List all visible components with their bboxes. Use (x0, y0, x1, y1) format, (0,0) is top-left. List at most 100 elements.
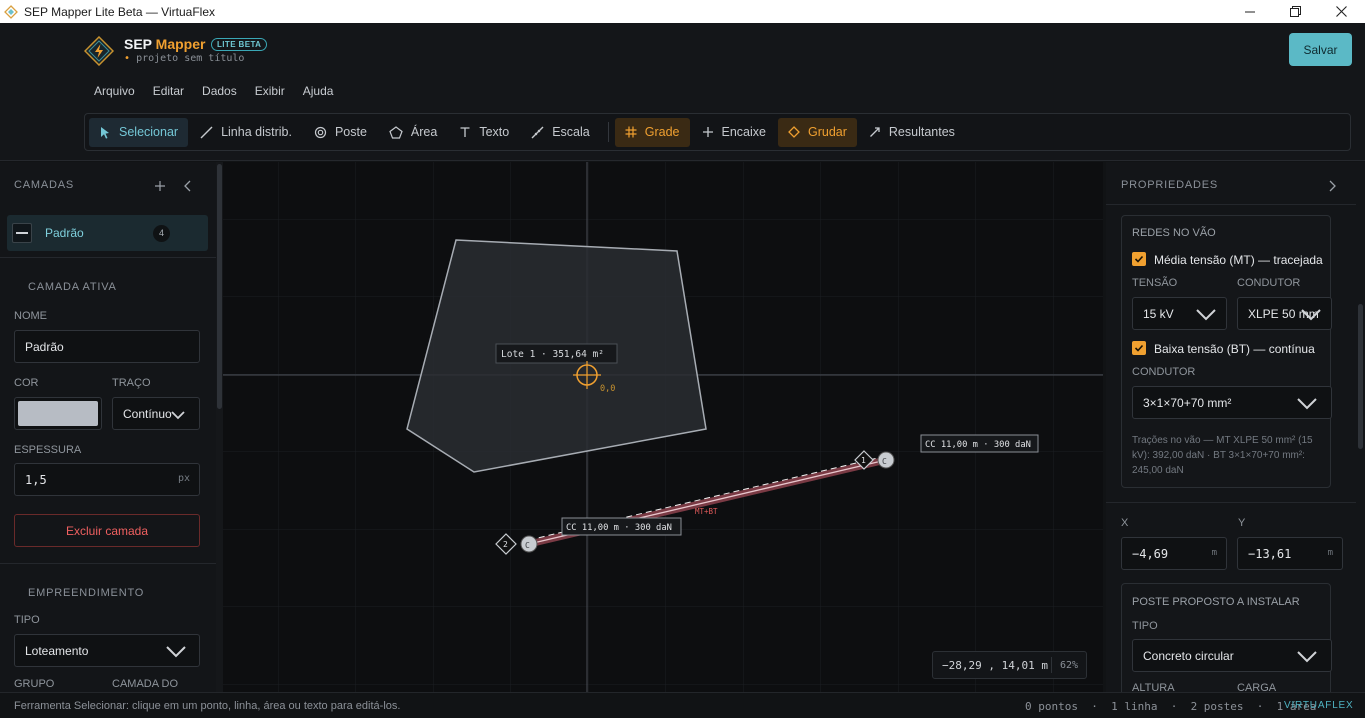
check-icon (1134, 344, 1144, 352)
traction-note: Trações no vão — MT XLPE 50 mm² (15 kV):… (1132, 435, 1313, 476)
zoom-level[interactable]: 62% (1052, 660, 1078, 671)
span-label-1-text: CC 11,00 m · 300 daN (925, 440, 1031, 450)
tool-select[interactable]: Selecionar (89, 117, 189, 147)
app-header: SEP Mapper LITE BETA • projeto sem títul… (0, 23, 1365, 161)
brand-title: SEP Mapper (124, 36, 205, 52)
restore-icon (1289, 6, 1301, 17)
maximize-button[interactable] (1272, 0, 1318, 23)
area-icon (389, 125, 403, 139)
mt-checkbox[interactable] (1132, 252, 1146, 266)
chevron-down-icon (1297, 651, 1317, 663)
scroll-thumb[interactable] (217, 164, 222, 409)
plus-icon (702, 127, 713, 137)
stroke-select[interactable]: Contínuo (112, 397, 200, 430)
ruler-icon (531, 126, 544, 138)
thickness-unit: px (177, 473, 190, 484)
collapse-left-icon[interactable] (183, 180, 193, 192)
chevron-down-icon (171, 411, 185, 420)
x-value: −4,69 (1132, 546, 1169, 561)
save-button[interactable]: Salvar (1289, 33, 1352, 66)
tool-snap[interactable]: Encaixe (692, 118, 776, 147)
layer-name-input[interactable]: Padrão (14, 330, 200, 363)
x-input[interactable]: −4,69 m (1121, 537, 1227, 570)
layer-item-padrao[interactable]: Padrão 4 (7, 215, 208, 251)
origin-label: 0,0 (600, 384, 615, 394)
chevron-down-icon (1297, 398, 1317, 410)
tool-glue[interactable]: Grudar (777, 117, 857, 147)
menu-editar[interactable]: Editar (147, 80, 190, 102)
menu-dados[interactable]: Dados (196, 80, 243, 102)
line-tag: MT+BT (695, 507, 718, 516)
tool-area-label: Área (410, 125, 438, 139)
tool-grid[interactable]: Grade (614, 117, 690, 147)
load-label: CARGA (1237, 682, 1277, 692)
logo-icon (84, 36, 114, 66)
window-title: SEP Mapper Lite Beta — VirtuaFlex (24, 4, 215, 19)
map-canvas[interactable]: Lote 1 · 351,64 m² 0,0 MT+BT C 2 C 1 CC … (223, 162, 1103, 692)
color-swatch (18, 401, 98, 426)
y-label: Y (1238, 517, 1246, 529)
tool-text[interactable]: Texto (449, 118, 519, 147)
pole-card: POSTE PROPOSTO A INSTALAR TIPO Concreto … (1121, 583, 1332, 692)
x-unit: m (1211, 548, 1217, 558)
brand-main: SEP (124, 36, 152, 52)
pole-2-number: 2 (503, 540, 508, 549)
scroll-thumb[interactable] (1358, 304, 1363, 449)
grid-icon (625, 126, 637, 138)
bt-conductor-value: 3×1×70+70 mm² (1143, 395, 1232, 410)
tool-area[interactable]: Área (379, 118, 447, 147)
lite-beta-badge: LITE BETA (211, 38, 268, 51)
layers-title: CAMADAS (14, 179, 74, 191)
tool-glue-label: Grudar (807, 125, 847, 139)
thickness-input[interactable]: 1,5 px (14, 463, 200, 496)
pole-1-glyph: C (882, 457, 887, 466)
group-label: GRUPO (14, 678, 55, 690)
pole-2-glyph: C (525, 541, 530, 550)
minimize-button[interactable] (1227, 0, 1273, 23)
venture-type-select[interactable]: Loteamento (14, 634, 200, 667)
menu-arquivo[interactable]: Arquivo (88, 80, 141, 102)
tool-line[interactable]: Linha distrib. (190, 118, 302, 147)
layer-of-label: CAMADA DO (112, 678, 179, 690)
add-layer-icon[interactable] (154, 180, 166, 192)
close-button[interactable] (1318, 0, 1364, 23)
menu-bar: Arquivo Editar Dados Exibir Ajuda (88, 80, 345, 102)
window-titlebar: SEP Mapper Lite Beta — VirtuaFlex (0, 0, 1365, 23)
pole-type-value: Concreto circular (1143, 648, 1234, 663)
voltage-select[interactable]: 15 kV (1132, 297, 1227, 330)
check-icon (1134, 255, 1144, 263)
voltage-value: 15 kV (1143, 306, 1174, 321)
brand-accent: Mapper (155, 36, 206, 52)
span-label-2[interactable]: CC 11,00 m · 300 daN (561, 517, 682, 536)
menu-exibir[interactable]: Exibir (249, 80, 291, 102)
tool-pole-label: Poste (334, 125, 367, 139)
y-input[interactable]: −13,61 m (1237, 537, 1343, 570)
tool-text-label: Texto (479, 125, 510, 139)
tool-pole[interactable]: Poste (304, 118, 377, 147)
tool-snap-label: Encaixe (721, 125, 766, 139)
delete-layer-button[interactable]: Excluir camada (14, 514, 200, 547)
tool-resultants[interactable]: Resultantes (859, 118, 965, 147)
bt-checkbox[interactable] (1132, 341, 1146, 355)
layer-color-picker[interactable] (14, 397, 102, 430)
status-bar: Ferramenta Selecionar: clique em um pont… (0, 692, 1365, 718)
mt-conductor-select[interactable]: XLPE 50 mm (1237, 297, 1332, 330)
text-icon (460, 127, 470, 137)
left-scrollbar[interactable] (216, 162, 223, 692)
color-label: COR (14, 377, 39, 389)
mt-label: Média tensão (MT) — tracejada (1154, 253, 1323, 267)
pole-type-select[interactable]: Concreto circular (1132, 639, 1332, 672)
bt-conductor-select[interactable]: 3×1×70+70 mm² (1132, 386, 1332, 419)
tool-line-label: Linha distrib. (221, 125, 292, 139)
pole-1-number: 1 (861, 456, 866, 465)
area-label[interactable]: Lote 1 · 351,64 m² (495, 343, 618, 364)
span-label-1[interactable]: CC 11,00 m · 300 daN (920, 434, 1039, 453)
pole-icon (314, 126, 327, 138)
right-scrollbar[interactable] (1356, 162, 1365, 692)
tool-bar: Selecionar Linha distrib. Poste Área Tex… (84, 113, 1351, 151)
map-drawing[interactable]: Lote 1 · 351,64 m² 0,0 MT+BT C 2 C 1 CC … (223, 162, 1103, 692)
tool-scale[interactable]: Escala (521, 118, 600, 147)
menu-ajuda[interactable]: Ajuda (297, 80, 340, 102)
collapse-right-icon[interactable] (1327, 180, 1337, 192)
tool-scale-label: Escala (552, 125, 590, 139)
